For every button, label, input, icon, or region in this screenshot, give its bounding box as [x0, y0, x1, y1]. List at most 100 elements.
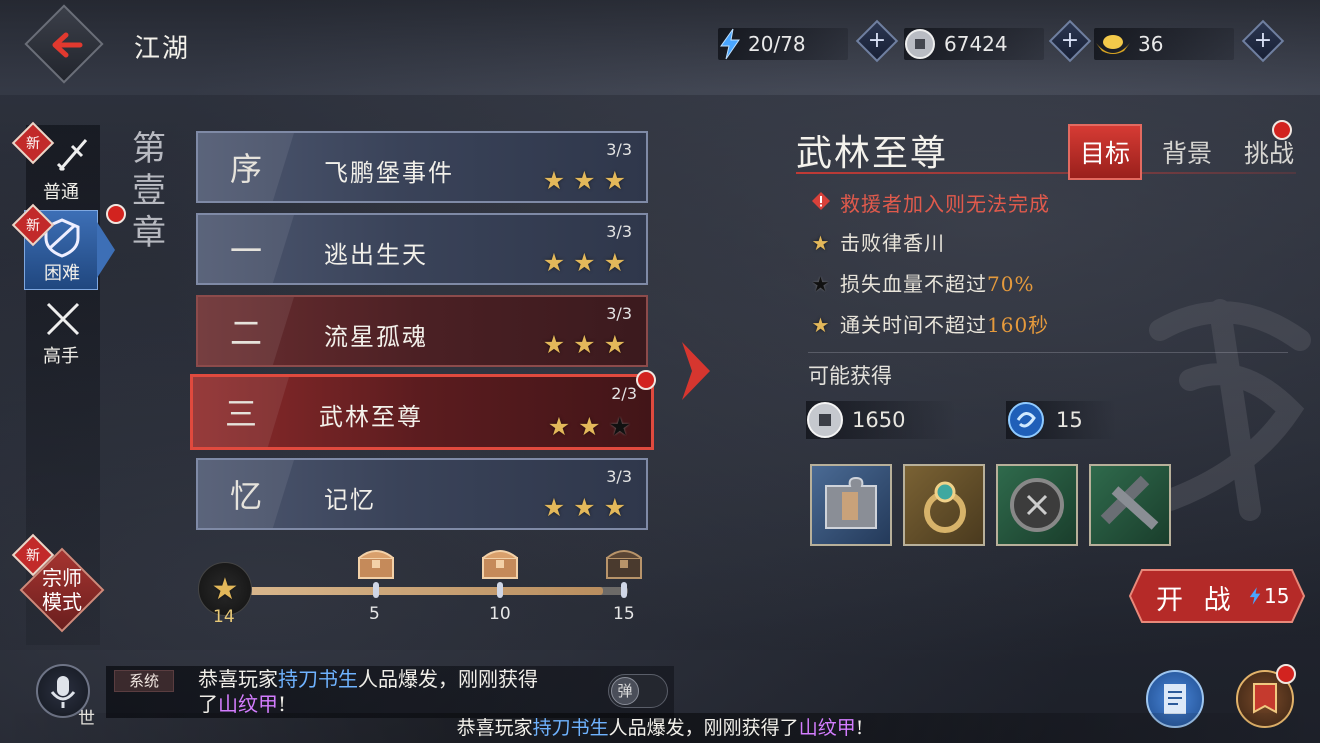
reward-item-seal[interactable]	[996, 464, 1078, 546]
milestone-marker	[373, 582, 379, 598]
mode-hard-label: 困难	[44, 263, 80, 284]
notification-dot	[636, 370, 656, 390]
announcement-ticker: 恭喜玩家持刀书生人品爆发，刚刚获得了山纹甲!	[0, 713, 1320, 743]
chevron-right-icon[interactable]	[678, 340, 714, 402]
chest-locked-icon[interactable]	[604, 544, 644, 582]
stage-name: 流星孤魂	[324, 323, 428, 351]
chat-message: 恭喜玩家持刀书生人品爆发，刚刚获得 了山纹甲!	[198, 667, 538, 716]
voice-chat-button[interactable]: 世	[36, 664, 95, 729]
game-screen: { "header": {"title": "江湖"}, "resources"…	[0, 0, 1320, 743]
milestone-label: 15	[613, 604, 635, 624]
star-icon: ★	[573, 248, 604, 277]
warning-diamond-icon	[808, 191, 834, 216]
objective-row: ★ 通关时间不超过160秒	[808, 309, 1049, 338]
stage-stars: ★★★	[543, 166, 634, 195]
stage-detail-title: 武林至尊	[796, 133, 949, 174]
spirit-orb-icon	[1008, 402, 1044, 438]
player-name: 持刀书生	[278, 667, 358, 691]
star-progress-fill	[248, 587, 603, 595]
stage-name: 逃出生天	[324, 241, 428, 269]
stage-star-count: 2/3	[611, 384, 637, 403]
tab-background[interactable]: 背景	[1150, 124, 1224, 180]
star-icon: ★	[573, 330, 604, 359]
notification-dot	[106, 204, 126, 224]
coin-icon	[905, 29, 935, 59]
stage-number: 二	[198, 297, 294, 365]
tab-objectives[interactable]: 目标	[1068, 124, 1142, 180]
puzzle-armor-icon	[825, 476, 877, 529]
star-icon: ★	[811, 313, 831, 337]
stage-name: 飞鹏堡事件	[324, 159, 454, 187]
reward-item-ring[interactable]	[903, 464, 985, 546]
system-tag: 系统	[114, 670, 174, 692]
notification-dot	[1272, 120, 1292, 140]
reward-exp: 15	[1006, 401, 1116, 439]
star-icon: ★	[542, 330, 574, 359]
lightning-icon	[1249, 587, 1261, 605]
reward-item-armor-fragment[interactable]	[810, 464, 892, 546]
chat-box[interactable]: 系统 恭喜玩家持刀书生人品爆发，刚刚获得 了山纹甲!	[106, 666, 674, 718]
star-icon: ★	[603, 330, 634, 359]
chest-icon[interactable]	[480, 544, 520, 582]
ring-icon	[924, 481, 966, 533]
star-icon: ★	[573, 166, 604, 195]
divider	[808, 352, 1288, 353]
stage-item[interactable]: 序 飞鹏堡事件 3/3 ★★★	[196, 131, 648, 203]
star-icon: ★	[578, 412, 609, 441]
mode-normal-label: 普通	[43, 182, 79, 203]
grandmaster-label-line1: 宗师	[42, 566, 82, 590]
gold-ingot-icon	[1096, 35, 1130, 54]
gold-value: 36	[1138, 32, 1164, 56]
stage-star-count: 3/3	[606, 467, 632, 486]
barrage-toggle[interactable]: 弹	[608, 674, 668, 708]
objective-text: 击败律香川	[840, 231, 945, 255]
reward-coins: 1650	[806, 401, 956, 439]
iron-bars-icon	[1100, 475, 1159, 530]
chest-icon[interactable]	[356, 544, 396, 582]
star-icon: ★	[811, 231, 831, 255]
objective-highlight: 160秒	[987, 313, 1050, 337]
stage-star-count: 3/3	[606, 140, 632, 159]
plus-icon: +	[867, 28, 887, 53]
back-arrow-icon[interactable]	[46, 25, 86, 65]
page-title: 江湖	[134, 34, 191, 64]
empty-star-icon: ★	[811, 272, 831, 296]
star-icon: ★	[542, 493, 574, 522]
stage-name: 记忆	[324, 486, 376, 514]
mode-expert-tab[interactable]: 高手	[24, 292, 98, 372]
tab-challenge[interactable]: 挑战	[1232, 124, 1306, 180]
stage-stars: ★★★	[543, 248, 634, 277]
stage-number: 一	[198, 215, 294, 283]
seal-icon	[1010, 478, 1064, 532]
stage-name: 武林至尊	[319, 403, 423, 431]
objective-row: ★ 损失血量不超过70%	[808, 268, 1034, 297]
stage-item[interactable]: 一 逃出生天 3/3 ★★★	[196, 213, 648, 285]
objective-text: 通关时间不超过	[840, 313, 987, 337]
coin-icon	[807, 402, 843, 438]
star-icon: ★	[603, 493, 634, 522]
empty-star-icon: ★	[608, 412, 639, 441]
milestone-marker	[621, 582, 627, 598]
star-icon: ★	[547, 412, 579, 441]
objective-highlight: 70%	[987, 272, 1035, 296]
stage-item[interactable]: 二 流星孤魂 3/3 ★★★	[196, 295, 648, 367]
stage-item-selected[interactable]: 三 武林至尊 2/3 ★★★	[190, 374, 654, 450]
stage-item[interactable]: 忆 记忆 3/3 ★★★	[196, 458, 648, 530]
start-battle-button[interactable]: 开 战 15	[1128, 568, 1306, 624]
objective-text: 损失血量不超过	[840, 272, 987, 296]
gold-counter: 36	[1094, 28, 1234, 60]
stage-number: 序	[198, 133, 294, 201]
sword-icon	[56, 139, 88, 172]
reward-exp-value: 15	[1056, 408, 1083, 432]
milestone-label: 5	[369, 604, 380, 624]
coins-value: 67424	[944, 32, 1008, 56]
energy-counter: 20/78	[718, 28, 848, 60]
plus-icon: +	[1253, 28, 1273, 53]
star-icon: ★	[603, 166, 634, 195]
objective-row: ★ 击败律香川	[808, 227, 945, 256]
progress-current: 14	[213, 607, 235, 627]
active-tab-arrow-icon	[97, 222, 115, 278]
star-icon: ★	[573, 493, 604, 522]
reward-item-material[interactable]	[1089, 464, 1171, 546]
swords-icon	[46, 302, 80, 336]
